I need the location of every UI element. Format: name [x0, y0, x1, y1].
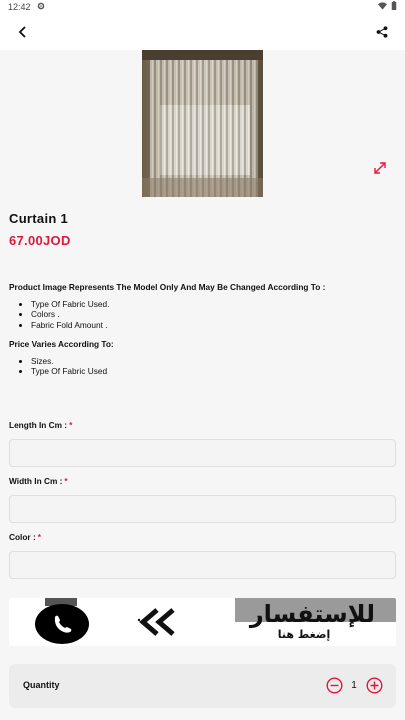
- length-label: Length In Cm : *: [9, 420, 72, 430]
- back-arrow-icon[interactable]: [12, 21, 34, 43]
- description-list-2: Sizes. Type Of Fabric Used: [31, 356, 399, 377]
- list-item: Fabric Fold Amount .: [31, 320, 399, 331]
- width-label-text: Width In Cm :: [9, 476, 63, 486]
- description-heading-2: Price Varies According To:: [9, 339, 114, 349]
- description-heading-1: Product Image Represents The Model Only …: [9, 282, 326, 292]
- chevron-left-icon: [137, 608, 185, 641]
- whatsapp-icon: [35, 604, 89, 644]
- list-item: Sizes.: [31, 356, 399, 367]
- product-image[interactable]: [142, 50, 263, 197]
- share-icon[interactable]: [371, 21, 393, 43]
- product-price: 67.00JOD: [9, 233, 71, 248]
- battery-icon: [391, 1, 397, 12]
- status-time: 12:42: [8, 1, 31, 12]
- color-label-text: Color :: [9, 532, 36, 542]
- banner-subtitle: إضغط هنا: [277, 628, 331, 641]
- color-input[interactable]: [9, 551, 396, 579]
- length-label-text: Length In Cm :: [9, 420, 68, 430]
- expand-icon[interactable]: [370, 158, 390, 178]
- list-item: Type Of Fabric Used: [31, 366, 399, 377]
- quantity-bar: Quantity 1: [9, 664, 396, 708]
- list-item: Type Of Fabric Used.: [31, 299, 399, 310]
- color-label: Color : *: [9, 532, 41, 542]
- banner-title: للإستفسار: [249, 600, 375, 628]
- plus-icon[interactable]: [366, 677, 383, 694]
- description-list-1: Type Of Fabric Used. Colors . Fabric Fol…: [31, 299, 399, 331]
- minus-icon[interactable]: [326, 677, 343, 694]
- width-label: Width In Cm : *: [9, 476, 68, 486]
- quantity-label: Quantity: [23, 680, 60, 690]
- required-mark: *: [64, 476, 68, 486]
- required-mark: *: [69, 420, 73, 430]
- quantity-value: 1: [351, 680, 357, 691]
- wifi-icon: [378, 1, 387, 12]
- product-title: Curtain 1: [9, 211, 69, 226]
- gear-icon: [37, 2, 45, 12]
- required-mark: *: [37, 532, 41, 542]
- whatsapp-inquiry-banner[interactable]: للإستفسار إضغط هنا: [9, 598, 396, 646]
- status-bar: 12:42: [0, 0, 405, 13]
- length-input[interactable]: [9, 439, 396, 467]
- status-right: [378, 1, 397, 12]
- list-item: Colors .: [31, 309, 399, 320]
- app-bar: [0, 13, 405, 50]
- product-description: Product Image Represents The Model Only …: [9, 282, 399, 377]
- width-input[interactable]: [9, 495, 396, 523]
